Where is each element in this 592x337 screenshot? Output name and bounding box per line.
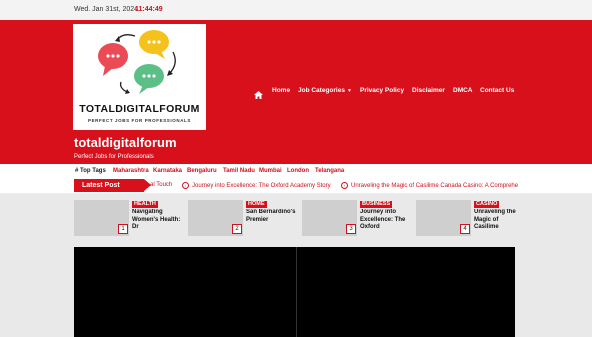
current-date: Wed. Jan 31st, 2024 [74,6,139,13]
category-badge[interactable]: CASINO [474,201,500,208]
nav-home[interactable]: Home [272,87,290,94]
arrow-circle-icon: › [182,182,189,189]
tag-link[interactable]: Bengaluru [187,168,217,174]
tag-link[interactable]: Mumbai [259,168,282,174]
nav-dmca[interactable]: DMCA [453,87,473,94]
logo-title: TOTALDIGITALFORUM [79,103,200,115]
logo-subtitle: PERFECT JOBS FOR PROFESSIONALS [87,118,191,123]
tag-link[interactable]: London [287,168,309,174]
top-tags-label: # Top Tags [75,168,106,174]
latest-post-label: Latest Post [74,179,151,192]
top-tags-bar: # Top Tags Maharashtra Karnataka Bengalu… [0,164,592,178]
site-logo[interactable]: TOTALDIGITALFORUM PERFECT JOBS FOR PROFE… [73,24,206,130]
category-badge[interactable]: BUSINESS [360,201,393,208]
video-embed[interactable] [74,247,515,337]
chat-bubbles-logo-icon [98,30,176,94]
arrow-circle-icon: › [341,182,348,189]
top-bar: Wed. Jan 31st, 2024 11:44:49 [0,0,592,21]
site-tagline: Perfect Jobs for Professionals [74,154,154,160]
featured-post-card[interactable]: 2 HOME San Bernardino's Premier [188,200,298,236]
ticker-item-label: Unraveling the Magic of Casilime Canada … [351,183,519,190]
current-time: 11:44:49 [135,6,163,13]
nav-contact-us[interactable]: Contact Us [480,87,514,94]
post-number: 4 [460,224,470,234]
home-icon[interactable] [254,86,263,104]
tag-link[interactable]: Maharashtra [113,168,149,174]
tag-link[interactable]: Karnataka [153,168,182,174]
nav-privacy-policy[interactable]: Privacy Policy [360,87,404,94]
latest-post-ticker: Latest Post al Touch › Journey into Excel… [0,178,592,194]
featured-post-card[interactable]: 3 BUSINESS Journey into Excellence: The … [302,200,412,236]
site-header: TOTALDIGITALFORUM PERFECT JOBS FOR PROFE… [0,20,592,164]
featured-post-card[interactable]: 1 HEALTH Navigating Women's Health: Dr [74,200,184,236]
category-badge[interactable]: HOME [246,201,267,208]
post-title[interactable]: Navigating Women's Health: Dr [132,209,182,233]
post-number: 1 [118,224,128,234]
nav-job-categories[interactable]: Job Categories ▼ [298,87,352,94]
post-number: 3 [346,224,356,234]
ticker-item-label: Journey into Excellence: The Oxford Acad… [192,183,331,190]
ticker-item[interactable]: › Journey into Excellence: The Oxford Aca… [182,182,331,189]
tag-link[interactable]: Tamil Nadu [223,168,255,174]
chevron-down-icon: ▼ [346,88,352,94]
site-title[interactable]: totaldigitalforum [74,135,177,150]
post-title[interactable]: Journey into Excellence: The Oxford [360,209,410,233]
category-badge[interactable]: HEALTH [132,201,158,208]
ticker-item[interactable]: › Unraveling the Magic of Casilime Canada… [341,182,518,189]
post-title[interactable]: San Bernardino's Premier [246,209,296,233]
nav-disclaimer[interactable]: Disclaimer [412,87,445,94]
post-number: 2 [232,224,242,234]
ticker-item[interactable]: al Touch [150,182,172,188]
latest-post-text: Latest Post [82,182,120,189]
nav-job-categories-label: Job Categories [298,87,345,94]
tag-link[interactable]: Telangana [315,168,344,174]
post-title[interactable]: Unraveling the Magic of Casilime [474,209,524,233]
video-divider [296,247,297,337]
top-tags-text: Top Tags [80,168,106,174]
featured-post-card[interactable]: 4 CASINO Unraveling the Magic of Casilim… [416,200,526,236]
